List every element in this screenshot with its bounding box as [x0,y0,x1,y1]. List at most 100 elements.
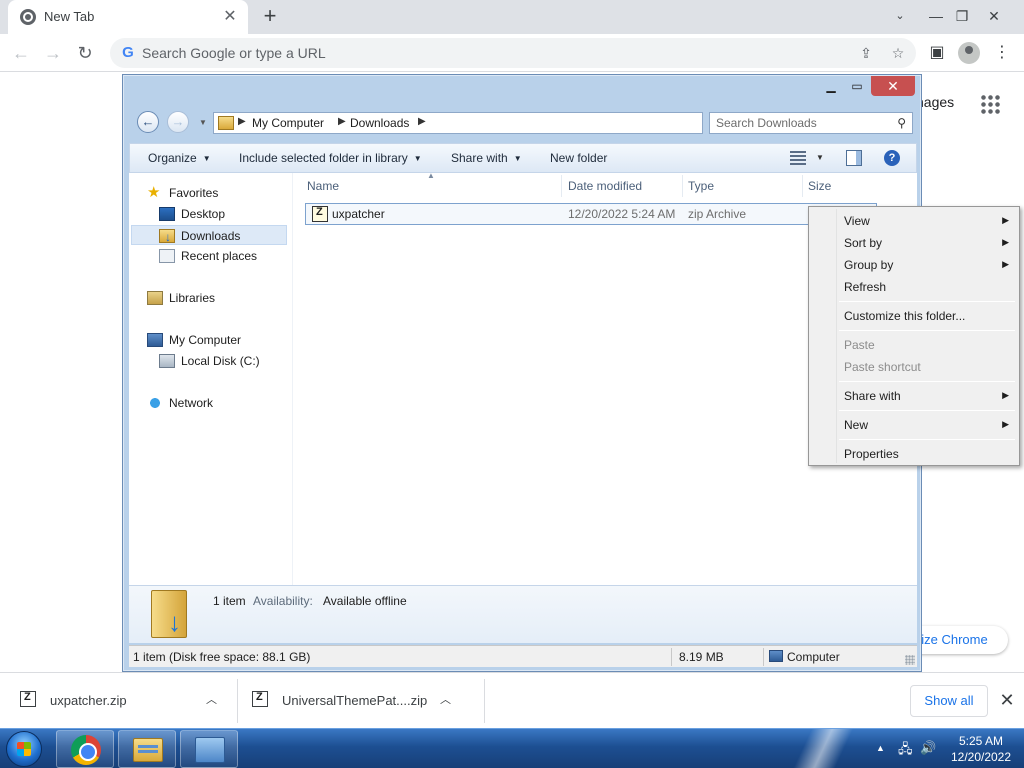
menu-separator [839,439,1015,440]
zip-file-icon [312,206,328,222]
resize-grip-icon[interactable] [905,655,915,665]
downloads-shelf: uxpatcher.zip ︿ UniversalThemePat....zip… [0,672,1024,728]
downloads-folder-icon [159,227,175,247]
share-icon[interactable]: ⇪ [856,43,876,63]
nav-item-downloads[interactable]: Downloads [131,225,287,247]
clock-date: 12/20/2022 [950,750,1012,764]
preview-pane-icon[interactable] [846,150,862,166]
taskbar-explorer-button[interactable] [118,730,176,768]
menu-item-share-with[interactable]: Share with ▶ [811,385,1017,407]
forward-button[interactable]: → [167,111,189,133]
close-window-button[interactable]: ✕ [871,76,915,96]
column-header-type[interactable]: Type [688,179,714,193]
tab-search-chevron-down-icon[interactable]: ⌄ [882,0,918,34]
close-shelf-icon[interactable]: ✕ [996,689,1018,711]
show-hidden-icons-icon[interactable]: ▲ [876,743,885,753]
organize-button[interactable]: Organize ▼ [148,151,211,165]
chrome-toolbar: ← → ↻ G ⇪ ☆ ▣ ⋮ [0,34,1024,72]
search-icon[interactable]: ⚲ [897,116,906,130]
chevron-up-icon[interactable]: ︿ [206,691,217,707]
status-location: Computer [787,650,840,664]
search-downloads-input[interactable] [716,116,886,130]
google-g-icon: G [122,44,134,61]
taskbar-control-panel-button[interactable] [180,730,238,768]
tab-new-tab[interactable]: New Tab ✕ [8,0,248,34]
details-availability-value: Available offline [323,594,407,608]
breadcrumb-my-computer[interactable]: My Computer [252,116,324,130]
breadcrumb-chevron-icon[interactable]: ▶ [238,116,246,127]
nav-item-favorites[interactable]: ★ Favorites [147,183,287,203]
breadcrumb-chevron-icon[interactable]: ▶ [338,116,346,127]
share-with-button[interactable]: Share with ▼ [451,151,522,165]
menu-item-group-by[interactable]: Group by ▶ [811,254,1017,276]
minimize-button[interactable]: ▁ [821,77,841,97]
menu-separator [839,330,1015,331]
desktop-icon [159,207,175,221]
menu-item-new[interactable]: New ▶ [811,414,1017,436]
nav-item-network[interactable]: Network [147,393,287,413]
chevron-up-icon[interactable]: ︿ [440,691,451,707]
menu-item-customize-folder[interactable]: Customize this folder... [811,305,1017,327]
network-tray-icon[interactable]: 🖧 [898,740,913,762]
file-row-uxpatcher[interactable]: uxpatcher 12/20/2022 5:24 AM zip Archive [305,203,877,225]
profile-avatar[interactable] [958,42,980,64]
chrome-menu-icon[interactable]: ⋮ [990,41,1014,65]
nav-item-local-disk[interactable]: Local Disk (C:) [159,351,289,371]
forward-arrow-icon[interactable]: → [40,40,66,66]
reload-icon[interactable]: ↻ [72,40,98,66]
download-separator [237,679,238,723]
column-header-date-modified[interactable]: Date modified [568,179,642,193]
help-icon[interactable]: ? [884,150,900,166]
show-all-downloads-button[interactable]: Show all [910,685,988,717]
new-folder-button[interactable]: New folder [550,151,607,165]
column-divider[interactable] [802,175,803,197]
nav-item-my-computer[interactable]: My Computer [147,330,287,350]
volume-icon[interactable]: 🔊 [920,740,936,756]
folder-icon [218,116,234,130]
nav-item-libraries[interactable]: Libraries [147,288,287,308]
chrome-tab-strip: New Tab ✕ + ⌄ — ❐ ✕ [0,0,1024,34]
recent-pages-chevron-down-icon[interactable]: ▼ [199,118,207,127]
address-bar[interactable]: ▶ My Computer ▶ Downloads ▶ ⌄ ↻ [213,112,782,134]
nav-item-recent-places[interactable]: Recent places [159,246,289,266]
column-divider[interactable] [682,175,683,197]
restore-button[interactable]: ❐ [944,0,980,34]
download-item[interactable]: UniversalThemePat....zip ︿ [252,673,462,729]
close-browser-button[interactable]: ✕ [976,0,1012,34]
back-arrow-icon[interactable]: ← [8,40,34,66]
column-header-name[interactable]: Name [307,179,339,193]
include-in-library-button[interactable]: Include selected folder in library ▼ [239,151,422,165]
change-view-icon[interactable] [790,151,806,165]
menu-item-view[interactable]: View ▶ [811,210,1017,232]
column-divider[interactable] [561,175,562,197]
breadcrumb-chevron-icon[interactable]: ▶ [418,116,426,127]
status-divider [671,648,672,666]
bookmark-star-icon[interactable]: ☆ [888,43,908,63]
omnibox[interactable]: G ⇪ ☆ [110,38,916,68]
system-clock[interactable]: 5:25 AM 12/20/2022 [946,733,1016,765]
search-downloads-box[interactable]: ⚲ [709,112,913,134]
back-button[interactable]: ← [137,111,159,133]
omnibox-input[interactable] [142,43,842,63]
new-tab-button[interactable]: + [258,4,282,28]
google-apps-grid-icon[interactable] [980,94,1000,114]
nav-item-desktop[interactable]: Desktop [159,204,289,224]
menu-item-paste[interactable]: Paste [811,334,1017,356]
details-pane: 1 item Availability: Available offline [129,585,917,643]
menu-item-properties[interactable]: Properties [811,443,1017,465]
menu-item-refresh[interactable]: Refresh [811,276,1017,298]
column-header-size[interactable]: Size [808,179,831,193]
tab-close-icon[interactable]: ✕ [220,7,240,27]
side-panel-icon[interactable]: ▣ [925,41,949,65]
menu-item-sort-by[interactable]: Sort by ▶ [811,232,1017,254]
start-button[interactable] [6,731,42,767]
menu-item-paste-shortcut[interactable]: Paste shortcut [811,356,1017,378]
submenu-arrow-icon: ▶ [1002,259,1009,269]
chrome-icon [71,735,101,765]
taskbar-chrome-button[interactable] [56,730,114,768]
view-options-chevron-down-icon[interactable]: ▼ [816,153,824,162]
breadcrumb-downloads[interactable]: Downloads [350,116,409,130]
maximize-button[interactable]: ▭ [847,77,867,97]
download-item[interactable]: uxpatcher.zip ︿ [20,673,230,729]
menu-separator [839,381,1015,382]
